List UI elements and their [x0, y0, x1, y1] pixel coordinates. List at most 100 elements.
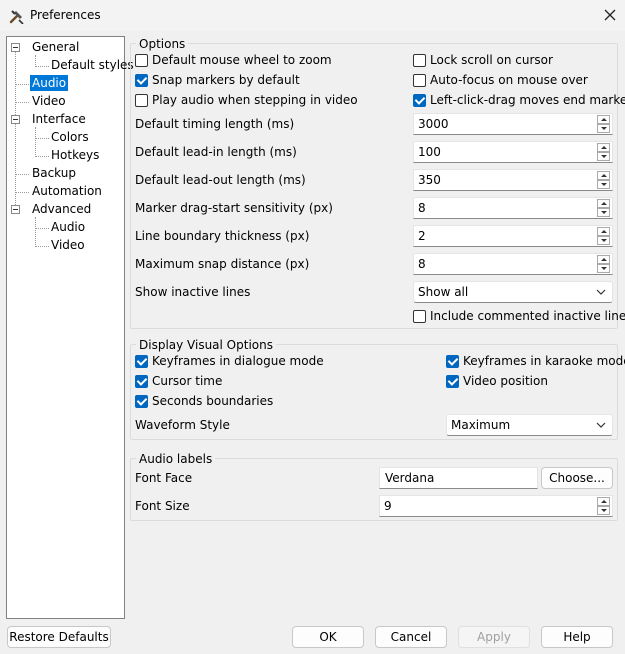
window-title: Preferences — [30, 8, 101, 22]
tree-item-audio[interactable]: Audio — [30, 75, 69, 91]
expander-interface[interactable] — [11, 115, 20, 124]
lock-scroll-label: Lock scroll on cursor — [430, 53, 553, 67]
boundary-thickness-label: Line boundary thickness (px) — [135, 229, 310, 243]
waveform-style-label: Waveform Style — [135, 418, 230, 432]
lock-scroll-box[interactable] — [413, 53, 426, 67]
default-mouse-wheel-zoom-box[interactable] — [135, 53, 148, 67]
play-audio-stepping-checkbox[interactable]: Play audio when stepping in video — [135, 93, 358, 107]
snap-distance-value: 8 — [418, 257, 426, 271]
font-size-up[interactable] — [597, 497, 610, 506]
lead-in-value: 100 — [418, 145, 441, 159]
lead-out-spin[interactable]: 350 — [413, 169, 613, 191]
keyframes-dialogue-box[interactable] — [135, 354, 148, 368]
timing-length-spin[interactable]: 3000 — [413, 113, 613, 135]
tree-item-default-styles[interactable]: Default styles — [49, 57, 136, 73]
tree-item-advanced[interactable]: Advanced — [30, 201, 93, 217]
tree-item-video[interactable]: Video — [30, 93, 68, 109]
boundary-thickness-down[interactable] — [597, 236, 610, 245]
tree-item-general[interactable]: General — [30, 39, 81, 55]
video-position-label: Video position — [463, 374, 548, 388]
lead-in-up[interactable] — [597, 143, 610, 152]
snap-distance-up[interactable] — [597, 255, 610, 264]
font-face-value: Verdana — [385, 471, 435, 485]
left-click-drag-box[interactable] — [413, 93, 426, 107]
cancel-button[interactable]: Cancel — [375, 626, 447, 648]
drag-sensitivity-value: 8 — [418, 201, 426, 215]
drag-sensitivity-down[interactable] — [597, 208, 610, 217]
cursor-time-label: Cursor time — [152, 374, 223, 388]
font-size-down[interactable] — [597, 506, 610, 515]
seconds-boundaries-box[interactable] — [135, 394, 148, 408]
category-tree[interactable]: General Default styles Audio Video Inter… — [6, 36, 134, 619]
left-click-drag-label: Left-click-drag moves end marker — [430, 93, 625, 107]
drag-sensitivity-spin[interactable]: 8 — [413, 197, 613, 219]
waveform-style-dropdown[interactable]: Maximum — [446, 414, 613, 436]
tree-item-advanced-video[interactable]: Video — [49, 237, 87, 253]
video-position-checkbox[interactable]: Video position — [446, 374, 548, 388]
auto-focus-box[interactable] — [413, 73, 426, 87]
boundary-thickness-up[interactable] — [597, 227, 610, 236]
close-icon[interactable] — [601, 6, 619, 24]
tree-item-hotkeys[interactable]: Hotkeys — [49, 147, 101, 163]
boundary-thickness-spin[interactable]: 2 — [413, 225, 613, 247]
timing-length-down[interactable] — [597, 124, 610, 133]
font-face-input[interactable]: Verdana — [379, 467, 538, 489]
chevron-down-icon — [596, 422, 606, 428]
cursor-time-box[interactable] — [135, 374, 148, 388]
keyframes-karaoke-box[interactable] — [446, 354, 459, 368]
auto-focus-checkbox[interactable]: Auto-focus on mouse over — [413, 73, 588, 87]
font-size-label: Font Size — [135, 499, 190, 513]
tree-item-automation[interactable]: Automation — [30, 183, 104, 199]
seconds-boundaries-checkbox[interactable]: Seconds boundaries — [135, 394, 273, 408]
choose-font-button[interactable]: Choose... — [541, 467, 613, 489]
restore-defaults-button[interactable]: Restore Defaults — [7, 626, 111, 648]
show-inactive-value: Show all — [418, 285, 469, 299]
keyframes-dialogue-label: Keyframes in dialogue mode — [152, 354, 324, 368]
help-button[interactable]: Help — [541, 626, 613, 648]
lock-scroll-checkbox[interactable]: Lock scroll on cursor — [413, 53, 553, 67]
lead-out-down[interactable] — [597, 180, 610, 189]
tree-item-colors[interactable]: Colors — [49, 129, 91, 145]
keyframes-dialogue-checkbox[interactable]: Keyframes in dialogue mode — [135, 354, 324, 368]
video-position-box[interactable] — [446, 374, 459, 388]
drag-sensitivity-up[interactable] — [597, 199, 610, 208]
tree-item-interface[interactable]: Interface — [30, 111, 88, 127]
lead-out-up[interactable] — [597, 171, 610, 180]
play-audio-stepping-label: Play audio when stepping in video — [152, 93, 358, 107]
tree-item-advanced-audio[interactable]: Audio — [49, 219, 87, 235]
include-commented-box[interactable] — [413, 309, 426, 323]
apply-button[interactable]: Apply — [458, 626, 530, 648]
font-size-spin[interactable]: 9 — [379, 495, 613, 517]
left-click-drag-checkbox[interactable]: Left-click-drag moves end marker — [413, 93, 625, 107]
snap-distance-down[interactable] — [597, 264, 610, 273]
timing-length-value: 3000 — [418, 117, 449, 131]
timing-length-up[interactable] — [597, 115, 610, 124]
keyframes-karaoke-checkbox[interactable]: Keyframes in karaoke mode — [446, 354, 625, 368]
show-inactive-label: Show inactive lines — [135, 285, 251, 299]
include-commented-checkbox[interactable]: Include commented inactive lines — [413, 309, 625, 323]
timing-length-label: Default timing length (ms) — [135, 117, 295, 131]
waveform-style-value: Maximum — [451, 418, 511, 432]
tree-item-backup[interactable]: Backup — [30, 165, 78, 181]
snap-distance-spin[interactable]: 8 — [413, 253, 613, 275]
lead-in-down[interactable] — [597, 152, 610, 161]
default-mouse-wheel-zoom-label: Default mouse wheel to zoom — [152, 53, 332, 67]
ok-button[interactable]: OK — [292, 626, 364, 648]
expander-general[interactable] — [11, 43, 20, 52]
snap-markers-checkbox[interactable]: Snap markers by default — [135, 73, 300, 87]
chevron-down-icon — [596, 289, 606, 295]
snap-distance-label: Maximum snap distance (px) — [135, 257, 310, 271]
preferences-tools-icon — [9, 10, 24, 24]
show-inactive-dropdown[interactable]: Show all — [413, 281, 613, 303]
display-options-group-title: Display Visual Options — [136, 338, 276, 352]
cursor-time-checkbox[interactable]: Cursor time — [135, 374, 222, 388]
snap-markers-box[interactable] — [135, 73, 148, 87]
expander-advanced[interactable] — [11, 205, 20, 214]
drag-sensitivity-label: Marker drag-start sensitivity (px) — [135, 201, 333, 215]
default-mouse-wheel-zoom-checkbox[interactable]: Default mouse wheel to zoom — [135, 53, 332, 67]
include-commented-label: Include commented inactive lines — [430, 309, 625, 323]
seconds-boundaries-label: Seconds boundaries — [152, 394, 274, 408]
lead-in-spin[interactable]: 100 — [413, 141, 613, 163]
lead-out-label: Default lead-out length (ms) — [135, 173, 306, 187]
play-audio-stepping-box[interactable] — [135, 93, 148, 107]
